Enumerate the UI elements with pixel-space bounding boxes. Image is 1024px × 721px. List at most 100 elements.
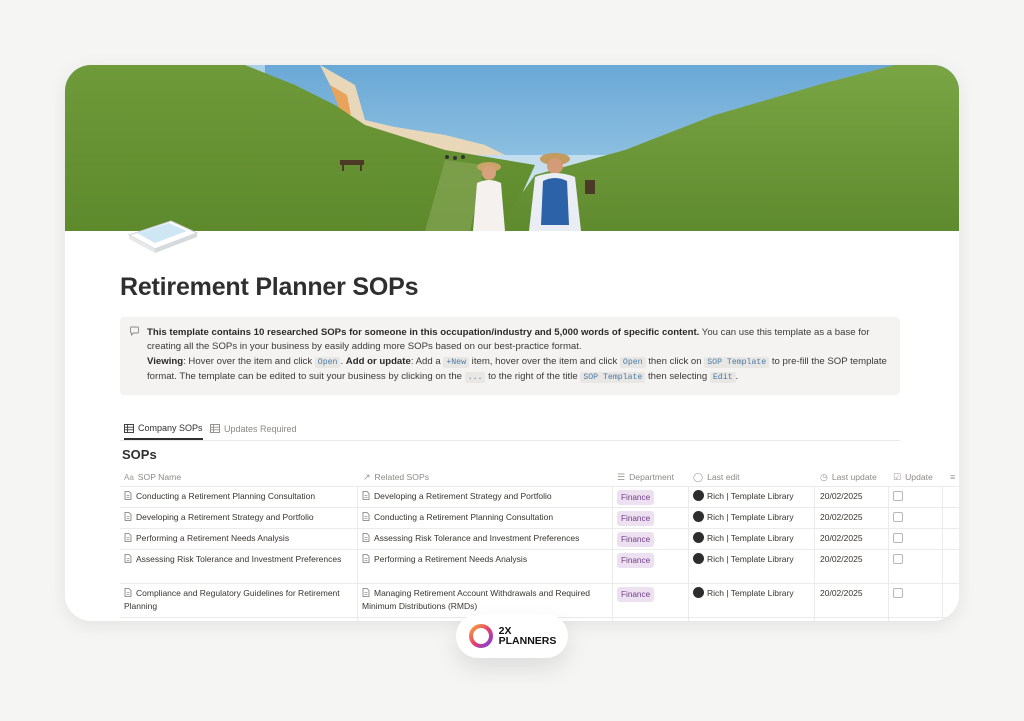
- update-checkbox-cell[interactable]: [893, 507, 933, 526]
- last-update-cell: 20/02/2025: [820, 588, 863, 598]
- last-update-cell: 20/02/2025: [820, 491, 863, 501]
- sop-name-cell[interactable]: Compliance and Regulatory Guidelines for…: [124, 583, 356, 613]
- update-checkbox[interactable]: [893, 533, 903, 543]
- related-sop: Developing a Retirement Strategy and Por…: [374, 491, 552, 501]
- sop-name-cell[interactable]: Assessing Risk Tolerance and Investment …: [124, 549, 356, 566]
- tab-updates-required-label: Updates Required: [224, 423, 297, 434]
- callout-intro-bold: This template contains 10 researched SOP…: [147, 327, 700, 338]
- department-tag: Finance: [617, 511, 655, 526]
- department-tag: Finance: [617, 532, 655, 547]
- open-code: Open: [314, 356, 341, 368]
- update-checkbox[interactable]: [893, 491, 903, 501]
- department-cell[interactable]: Finance: [617, 486, 687, 505]
- page-icon[interactable]: [125, 205, 201, 257]
- column-header-department[interactable]: ☰ Department: [617, 468, 674, 486]
- brand-logo-icon: [468, 624, 493, 648]
- editor-name: Rich | Template Library: [707, 588, 794, 598]
- sop-name: Compliance and Regulatory Guidelines for…: [124, 588, 340, 611]
- sop-name-cell[interactable]: Performing a Retirement Needs Analysis: [124, 528, 356, 545]
- table-icon: [124, 423, 134, 433]
- document-icon: [362, 588, 370, 597]
- document-icon: [124, 491, 132, 500]
- table-row[interactable]: Developing a Retirement Strategy and Por…: [120, 507, 959, 529]
- update-checkbox[interactable]: [893, 512, 903, 522]
- document-icon: [362, 533, 370, 542]
- sop-name-cell[interactable]: Developing a Retirement Strategy and Por…: [124, 507, 356, 524]
- column-divider: [612, 486, 613, 621]
- view-tabs: Company SOPs Updates Required: [120, 418, 900, 441]
- document-icon: [124, 533, 132, 542]
- related-sop-cell[interactable]: Assessing Risk Tolerance and Investment …: [362, 528, 612, 545]
- department-cell[interactable]: Finance: [617, 549, 687, 568]
- checkbox-property-icon: ☑: [893, 471, 902, 482]
- info-callout: This template contains 10 researched SOP…: [120, 317, 900, 395]
- department-cell[interactable]: Finance: [617, 528, 687, 547]
- department-tag: Finance: [617, 553, 655, 568]
- column-header-related[interactable]: ↗ Related SOPs: [363, 468, 429, 486]
- tab-company-sops-label: Company SOPs: [138, 423, 203, 433]
- avatar: [693, 532, 704, 543]
- sop-template-code-2: SOP Template: [580, 372, 646, 384]
- tab-company-sops[interactable]: Company SOPs: [124, 418, 203, 440]
- column-header-sop-name[interactable]: Aa SOP Name: [124, 468, 181, 486]
- document-icon: [362, 491, 370, 500]
- update-checkbox-cell[interactable]: [893, 549, 933, 568]
- update-checkbox-cell[interactable]: [893, 583, 933, 602]
- table-row[interactable]: Conducting a Retirement Planning Consult…: [120, 486, 959, 508]
- clock-icon: ◷: [820, 471, 828, 482]
- column-label-update: Update: [905, 472, 933, 482]
- department-tag: Finance: [617, 587, 655, 602]
- document-icon: [362, 512, 370, 521]
- editor-name: Rich | Template Library: [707, 533, 794, 543]
- document-icon: [124, 512, 132, 521]
- related-sop-cell[interactable]: Managing Retirement Account Withdrawals …: [362, 583, 612, 613]
- column-divider: [357, 486, 358, 621]
- sop-template-code: SOP Template: [704, 356, 770, 368]
- last-update-cell: 20/02/2025: [820, 554, 863, 564]
- department-cell[interactable]: Finance: [617, 583, 687, 602]
- table-row[interactable]: Performing a Retirement Needs Analysis A…: [120, 528, 959, 550]
- column-label-department: Department: [629, 472, 674, 482]
- open-code-2: Open: [619, 356, 646, 368]
- column-header-update[interactable]: ☑ Update: [893, 468, 933, 486]
- column-header-last-edit[interactable]: ◯ Last edit: [693, 468, 740, 486]
- related-sop: Performing a Retirement Needs Analysis: [374, 554, 528, 564]
- more-columns-icon[interactable]: ≡: [950, 468, 955, 486]
- person-icon: ◯: [693, 471, 704, 482]
- avatar: [693, 490, 704, 501]
- relation-arrow-icon: ↗: [363, 471, 371, 482]
- tab-updates-required[interactable]: Updates Required: [210, 418, 297, 439]
- related-sop: Conducting a Retirement Planning Consult…: [374, 512, 554, 522]
- last-edit-cell: Rich | Template Library: [693, 583, 813, 600]
- sop-name-cell[interactable]: Conducting a Retirement Planning Consult…: [124, 486, 356, 503]
- database-title[interactable]: SOPs: [122, 447, 157, 462]
- column-divider: [814, 486, 815, 621]
- last-update-cell: 20/02/2025: [820, 512, 863, 522]
- table-icon: [210, 424, 220, 433]
- related-sop-cell[interactable]: Conducting a Retirement Planning Consult…: [362, 507, 612, 524]
- related-sop-cell[interactable]: Developing a Retirement Strategy and Por…: [362, 486, 612, 503]
- column-header-last-update[interactable]: ◷ Last update: [820, 468, 877, 486]
- add-text-1: : Add a: [410, 355, 444, 367]
- column-divider: [688, 486, 689, 621]
- update-checkbox-cell[interactable]: [893, 486, 933, 505]
- edit-code: Edit: [709, 372, 736, 384]
- text-property-icon: Aa: [124, 472, 134, 482]
- avatar: [693, 553, 704, 564]
- document-icon: [124, 554, 132, 563]
- table-row[interactable]: Compliance and Regulatory Guidelines for…: [120, 583, 959, 618]
- table-row[interactable]: Assessing Risk Tolerance and Investment …: [120, 549, 959, 584]
- update-checkbox[interactable]: [893, 554, 903, 564]
- department-tag: Finance: [617, 490, 655, 505]
- related-sop: Assessing Risk Tolerance and Investment …: [374, 533, 580, 543]
- editor-name: Rich | Template Library: [707, 491, 794, 501]
- brand-badge[interactable]: 2X PLANNERS: [456, 614, 568, 658]
- list-icon: ☰: [617, 471, 626, 482]
- update-checkbox-cell[interactable]: [893, 528, 933, 547]
- update-checkbox[interactable]: [893, 588, 903, 598]
- department-cell[interactable]: Finance: [617, 507, 687, 526]
- document-icon: [124, 588, 132, 597]
- related-sop-cell[interactable]: Performing a Retirement Needs Analysis: [362, 549, 612, 566]
- column-label-related: Related SOPs: [374, 472, 430, 482]
- editor-name: Rich | Template Library: [707, 512, 794, 522]
